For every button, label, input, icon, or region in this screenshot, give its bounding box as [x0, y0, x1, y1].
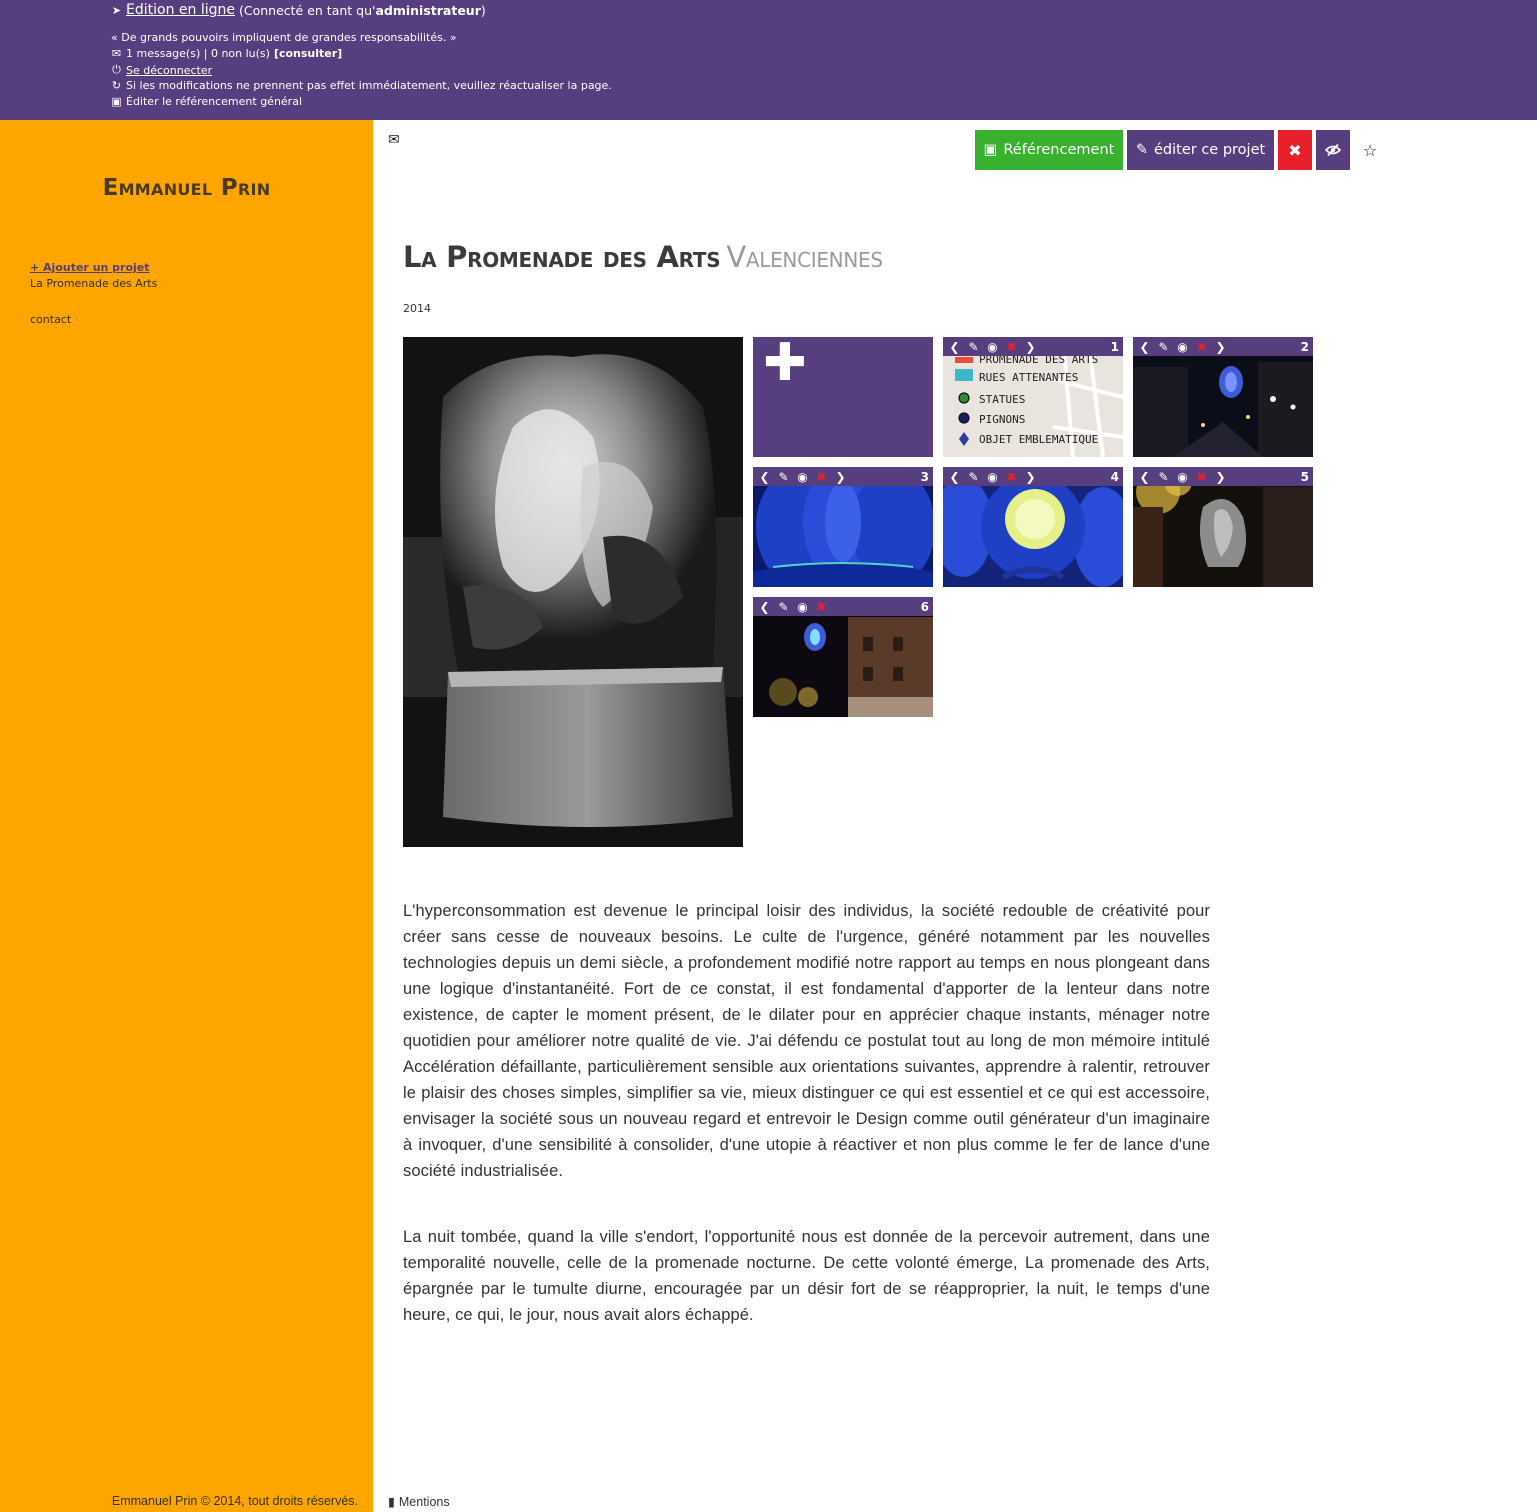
chevron-right-icon[interactable]: ❯: [1211, 467, 1230, 486]
page-subtitle-city: Valenciennes: [726, 240, 883, 274]
eye-slash-icon[interactable]: ◉: [793, 597, 812, 616]
chevron-left-icon[interactable]: ❮: [945, 337, 964, 356]
briefcase-icon: ▣: [111, 95, 122, 108]
admin-edit-line: ➤ Edition en ligne (Connecté en tant qu'…: [111, 2, 486, 18]
consulter-link[interactable]: [consulter]: [274, 47, 342, 60]
admin-logout: ⏻ Se déconnecter: [111, 63, 212, 77]
pencil-icon[interactable]: ✎: [774, 597, 793, 616]
admin-seo-line[interactable]: ▣ Éditer le référencement général: [111, 95, 302, 108]
chevron-left-icon[interactable]: ❮: [755, 597, 774, 616]
toggle-visibility-button[interactable]: [1316, 130, 1350, 170]
seo-general-link[interactable]: Éditer le référencement général: [126, 95, 302, 108]
gallery-thumbnail-1[interactable]: PROMENADE DES ARTS RUES ATTENANTES STATU…: [943, 337, 1123, 457]
main-project-image[interactable]: [403, 337, 743, 847]
paper-plane-icon: ➤: [111, 3, 122, 17]
plus-icon: ✚: [763, 337, 807, 393]
thumbnail-number: 4: [1110, 469, 1119, 484]
eye-slash-icon[interactable]: ◉: [983, 467, 1002, 486]
chevron-right-icon[interactable]: ❯: [1021, 467, 1040, 486]
chevron-right-icon[interactable]: ❯: [831, 467, 850, 486]
legend-rues: RUES ATTENANTES: [979, 371, 1078, 384]
envelope-icon[interactable]: ✉: [388, 132, 400, 148]
thumbnail-number: 6: [920, 599, 929, 614]
legend-objet: OBJET EMBLEMATIQUE: [979, 433, 1098, 446]
admin-quote: « De grands pouvoirs impliquent de grand…: [111, 31, 457, 44]
admin-messages: ✉ 1 message(s) | 0 non lu(s) [consulter]: [111, 47, 343, 60]
refresh-icon: ↻: [111, 79, 122, 92]
thumbnail-number: 1: [1110, 339, 1119, 354]
gallery-thumbnail-6[interactable]: ❮ ✎ ◉ ✖ 6: [753, 597, 933, 717]
delete-project-button[interactable]: ✖: [1278, 130, 1312, 170]
project-year: 2014: [403, 302, 431, 315]
logout-link[interactable]: Se déconnecter: [126, 64, 212, 77]
thumbnail-toolbar: ❮ ✎ ◉ ✖ ❯ 3: [753, 467, 933, 486]
pencil-icon[interactable]: ✎: [964, 337, 983, 356]
referencement-button[interactable]: ▣ Référencement: [975, 130, 1123, 170]
connected-as-text: (Connecté en tant qu'administrateur): [238, 2, 486, 18]
close-icon[interactable]: ✖: [812, 597, 831, 616]
thumbnail-number: 2: [1300, 339, 1309, 354]
main-content: ✉ ▣ Référencement ✎ éditer ce projet ✖ ☆…: [373, 120, 1537, 1512]
chevron-left-icon[interactable]: ❮: [1135, 337, 1154, 356]
chevron-left-icon[interactable]: ❮: [945, 467, 964, 486]
legend-pignons: PIGNONS: [979, 413, 1025, 426]
eye-slash-icon[interactable]: ◉: [983, 337, 1002, 356]
close-icon[interactable]: ✖: [1002, 467, 1021, 486]
close-icon: ✖: [1288, 140, 1302, 160]
admin-refresh-notice: ↻ Si les modifications ne prennent pas e…: [111, 79, 612, 92]
copyright: Emmanuel Prin © 2014, tout droits réserv…: [111, 1494, 358, 1508]
pencil-icon: ✎: [1135, 142, 1148, 158]
thumbnail-toolbar: ❮ ✎ ◉ ✖ ❯ 1: [943, 337, 1123, 356]
eye-slash-icon[interactable]: ◉: [793, 467, 812, 486]
project-description-paragraph-2: La nuit tombée, quand la ville s'endort,…: [403, 1228, 1210, 1324]
add-project-link[interactable]: + Ajouter un projet: [30, 261, 150, 274]
gallery-thumbnail-2[interactable]: ❮ ✎ ◉ ✖ ❯ 2: [1133, 337, 1313, 457]
pencil-icon[interactable]: ✎: [1154, 467, 1173, 486]
close-icon[interactable]: ✖: [1002, 337, 1021, 356]
admin-bar: ➤ Edition en ligne (Connecté en tant qu'…: [0, 0, 1537, 120]
chevron-right-icon[interactable]: ❯: [1021, 337, 1040, 356]
project-description-paragraph-1: L'hyperconsommation est devenue le princ…: [403, 902, 1210, 1180]
edit-project-button[interactable]: ✎ éditer ce projet: [1127, 130, 1274, 170]
briefcase-icon: ▣: [983, 142, 998, 158]
gallery-thumbnail-5[interactable]: ❮ ✎ ◉ ✖ ❯ 5: [1133, 467, 1313, 587]
close-icon[interactable]: ✖: [1192, 467, 1211, 486]
thumbnail-toolbar: ❮ ✎ ◉ ✖ ❯ 5: [1133, 467, 1313, 486]
pencil-icon[interactable]: ✎: [964, 467, 983, 486]
thumbnail-toolbar: ❮ ✎ ◉ ✖ 6: [753, 597, 933, 616]
legend-statues: STATUES: [979, 393, 1025, 406]
thumbnail-toolbar: ❮ ✎ ◉ ✖ ❯ 2: [1133, 337, 1313, 356]
power-icon: ⏻: [112, 63, 121, 76]
pencil-icon[interactable]: ✎: [1154, 337, 1173, 356]
page-title: La Promenade des Arts Valenciennes: [403, 240, 883, 274]
gallery-thumbnail-4[interactable]: ❮ ✎ ◉ ✖ ❯ 4: [943, 467, 1123, 587]
sidebar: Emmanuel Prin + Ajouter un projet La Pro…: [0, 120, 373, 1512]
chevron-right-icon[interactable]: ❯: [1211, 337, 1230, 356]
add-image-tile[interactable]: ✚: [753, 337, 933, 457]
eye-slash-icon[interactable]: ◉: [1173, 467, 1192, 486]
pencil-icon[interactable]: ✎: [774, 467, 793, 486]
sidebar-item-promenade[interactable]: La Promenade des Arts: [30, 277, 157, 290]
thumbnail-number: 5: [1300, 469, 1309, 484]
envelope-icon: ✉: [111, 47, 122, 60]
close-icon[interactable]: ✖: [812, 467, 831, 486]
mentions-link[interactable]: ▮ Mentions: [388, 1494, 450, 1510]
star-icon[interactable]: ☆: [1358, 130, 1382, 170]
book-icon: ▮: [388, 1495, 395, 1509]
gallery-thumbnail-3[interactable]: ❮ ✎ ◉ ✖ ❯ 3: [753, 467, 933, 587]
thumbnail-toolbar: ❮ ✎ ◉ ✖ ❯ 4: [943, 467, 1123, 486]
chevron-left-icon[interactable]: ❮: [1135, 467, 1154, 486]
eye-slash-icon: [1325, 144, 1341, 156]
edition-en-ligne-link[interactable]: Edition en ligne: [126, 2, 235, 18]
close-icon[interactable]: ✖: [1192, 337, 1211, 356]
sidebar-item-contact[interactable]: contact: [30, 313, 71, 326]
chevron-left-icon[interactable]: ❮: [755, 467, 774, 486]
thumbnail-number: 3: [920, 469, 929, 484]
eye-slash-icon[interactable]: ◉: [1173, 337, 1192, 356]
site-title[interactable]: Emmanuel Prin: [0, 175, 373, 201]
